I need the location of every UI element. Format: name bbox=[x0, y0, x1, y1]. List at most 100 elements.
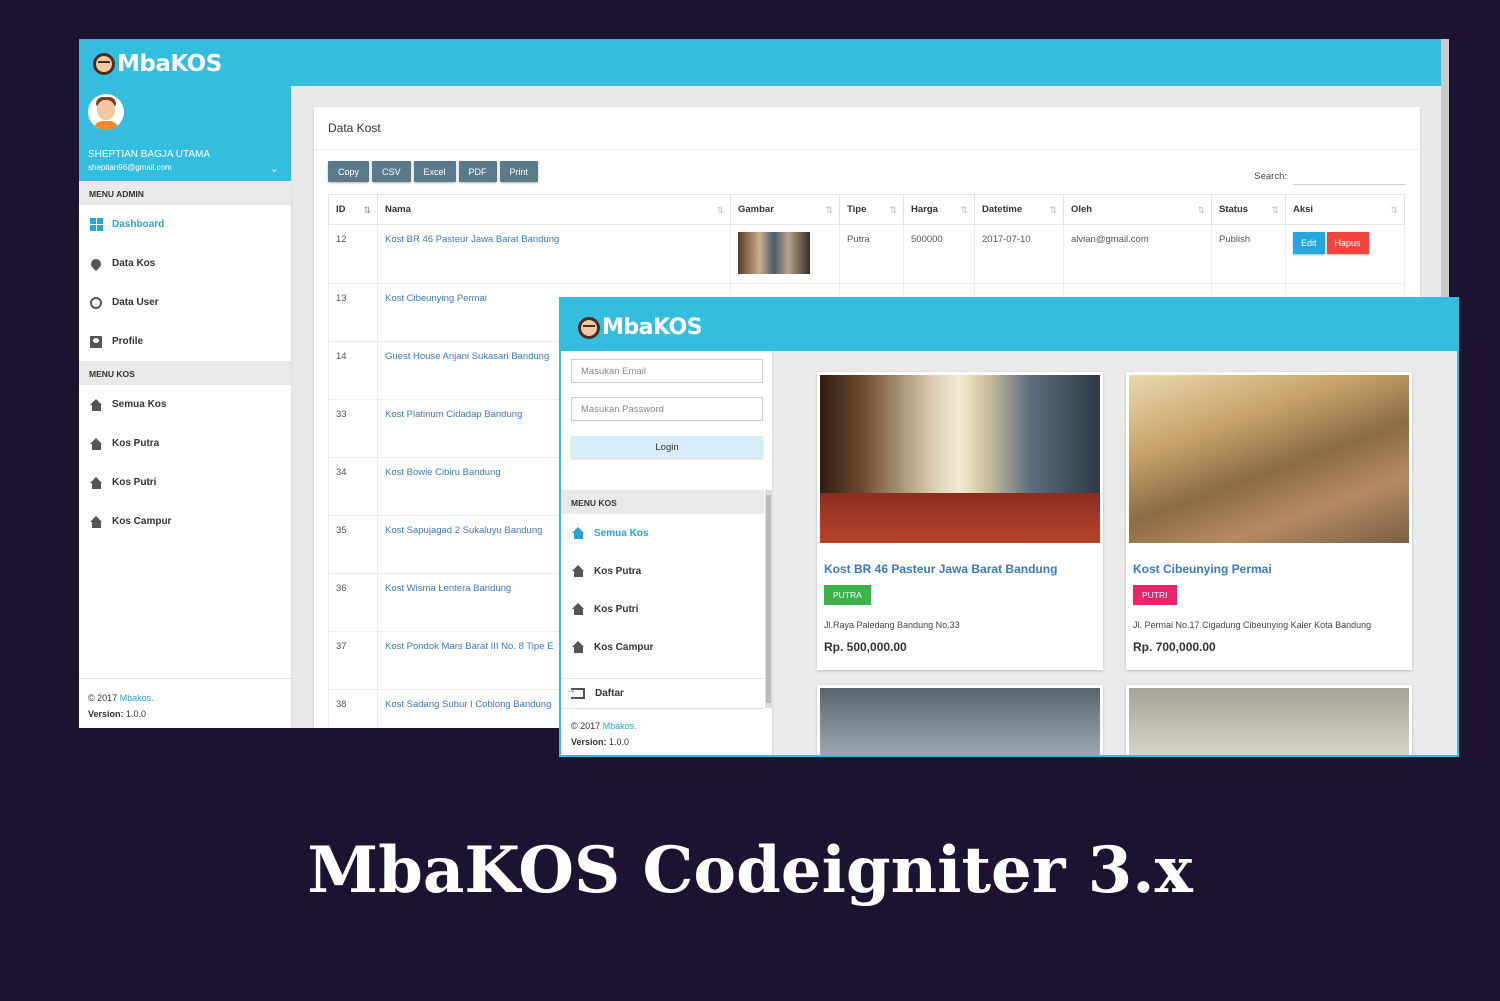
cell-id: 33 bbox=[328, 399, 378, 458]
sidebar-item-data-user[interactable]: Data User bbox=[79, 283, 291, 322]
kost-card[interactable]: Kost BR 46 Pasteur Jawa Barat Bandung PU… bbox=[817, 372, 1103, 670]
logo-face-icon bbox=[578, 316, 600, 339]
public-window: MbaKOS Masukan Email Masukan Password Lo… bbox=[559, 297, 1459, 757]
avatar bbox=[88, 94, 124, 130]
admin-sidebar: SHEPTIAN BAGJA UTAMA sheptian96@gmail.co… bbox=[79, 86, 292, 728]
sidebar-item-label: Dashboard bbox=[112, 219, 165, 230]
edit-button[interactable]: Edit bbox=[1293, 232, 1325, 254]
user-email: sheptian96@gmail.com bbox=[88, 163, 172, 172]
sidebar-scrollbar[interactable] bbox=[765, 490, 772, 708]
sidebar-item-semua-kos[interactable]: Semua Kos bbox=[561, 514, 764, 552]
search-label: Search: bbox=[1254, 170, 1287, 182]
login-button[interactable]: Login bbox=[571, 436, 763, 458]
sidebar-item-kos-campur[interactable]: Kos Campur bbox=[561, 628, 764, 666]
sidebar-item-profile[interactable]: Profile bbox=[79, 322, 291, 361]
sidebar-item-label: Kos Putra bbox=[112, 438, 160, 449]
map-pin-icon bbox=[88, 256, 104, 271]
sidebar-item-kos-putra[interactable]: Kos Putra bbox=[561, 552, 764, 590]
public-logo[interactable]: MbaKOS bbox=[578, 315, 703, 340]
kost-price: Rp. 700,000.00 bbox=[1133, 640, 1216, 654]
email-field[interactable]: Masukan Email bbox=[571, 359, 763, 383]
sidebar-item-label: Data Kos bbox=[112, 258, 156, 269]
export-toolbar: Copy CSV Excel PDF Print bbox=[328, 161, 539, 182]
type-badge: PUTRA bbox=[824, 585, 871, 605]
sidebar-item-label: Kos Campur bbox=[112, 516, 172, 527]
sign-in-icon bbox=[566, 685, 585, 699]
excel-button[interactable]: Excel bbox=[413, 161, 456, 182]
home-icon bbox=[571, 602, 585, 616]
cell-nama-link[interactable]: Kost BR 46 Pasteur Jawa Barat Bandung bbox=[377, 224, 731, 284]
daftar-link[interactable]: Daftar bbox=[561, 678, 764, 708]
sidebar-item-label: Profile bbox=[112, 336, 144, 347]
col-header-gambar[interactable]: Gambar ⇅ bbox=[730, 194, 840, 225]
table-header-row: ID ⇅ Nama ⇅ Gambar ⇅ Tipe ⇅ Harga ⇅ Datetime ⇅… bbox=[328, 194, 1405, 225]
search-input[interactable] bbox=[1293, 167, 1405, 185]
col-header-status[interactable]: Status ⇅ bbox=[1211, 194, 1286, 225]
sidebar-item-label: Kos Putri bbox=[594, 603, 639, 615]
user-profile-panel: SHEPTIAN BAGJA UTAMA sheptian96@gmail.co… bbox=[79, 86, 291, 181]
menu-admin-header: MENU ADMIN bbox=[79, 181, 291, 205]
kost-thumbnail bbox=[738, 232, 810, 274]
version-label: Version: bbox=[88, 709, 124, 719]
sidebar-item-label: Semua Kos bbox=[112, 399, 167, 410]
sidebar-item-label: Data User bbox=[112, 297, 159, 308]
kost-card[interactable]: Kost Cibeunying Permai PUTRI Jl. Permai … bbox=[1126, 372, 1412, 670]
kost-card[interactable] bbox=[817, 685, 1103, 755]
cell-status: Publish bbox=[1211, 224, 1286, 284]
cell-id: 38 bbox=[328, 689, 378, 728]
kost-address: Jl. Permai No.17 Cigadung Cibeunying Kal… bbox=[1133, 620, 1372, 630]
password-field[interactable]: Masukan Password bbox=[571, 397, 763, 421]
col-header-datetime[interactable]: Datetime ⇅ bbox=[974, 194, 1064, 225]
col-header-nama[interactable]: Nama ⇅ bbox=[377, 194, 731, 225]
sidebar-item-kos-putri[interactable]: Kos Putri bbox=[561, 590, 764, 628]
cell-id: 13 bbox=[328, 283, 378, 342]
cell-harga: 500000 bbox=[903, 224, 975, 284]
col-header-tipe[interactable]: Tipe ⇅ bbox=[839, 194, 904, 225]
copyright-text: © 2017 bbox=[571, 721, 601, 731]
admin-logo[interactable]: MbaKOS bbox=[93, 51, 222, 77]
cell-datetime: 2017-07-10 bbox=[974, 224, 1064, 284]
col-header-oleh[interactable]: Oleh ⇅ bbox=[1063, 194, 1212, 225]
logo-text: MbaKOS bbox=[602, 315, 703, 340]
home-icon bbox=[571, 564, 585, 578]
home-icon bbox=[571, 526, 585, 540]
cell-id: 37 bbox=[328, 631, 378, 690]
menu-kos-header: MENU KOS bbox=[561, 490, 764, 514]
col-header-harga[interactable]: Harga ⇅ bbox=[903, 194, 975, 225]
version-value: 1.0.0 bbox=[126, 709, 147, 719]
sidebar-item-semua-kos[interactable]: Semua Kos bbox=[79, 385, 291, 424]
home-icon bbox=[89, 437, 103, 451]
footer-brand-link[interactable]: Mbakos. bbox=[120, 693, 154, 703]
col-header-id[interactable]: ID ⇅ bbox=[328, 194, 378, 225]
kost-price: Rp. 500,000.00 bbox=[824, 640, 907, 654]
sidebar-item-kos-putra[interactable]: Kos Putra bbox=[79, 424, 291, 463]
kost-card[interactable] bbox=[1126, 685, 1412, 755]
user-name: SHEPTIAN BAGJA UTAMA bbox=[88, 149, 211, 160]
sidebar-item-kos-putri[interactable]: Kos Putri bbox=[79, 463, 291, 502]
kost-photo bbox=[820, 375, 1100, 543]
col-header-aksi[interactable]: Aksi ⇅ bbox=[1285, 194, 1405, 225]
sidebar-item-dashboard[interactable]: Dashboard bbox=[79, 205, 291, 244]
kost-name-link[interactable]: Kost Cibeunying Permai bbox=[1133, 562, 1272, 576]
kost-photo bbox=[820, 688, 1100, 755]
table-search: Search: bbox=[1254, 167, 1405, 185]
kost-photo bbox=[1129, 375, 1409, 543]
daftar-label: Daftar bbox=[595, 688, 624, 699]
kost-name-link[interactable]: Kost BR 46 Pasteur Jawa Barat Bandung bbox=[824, 562, 1057, 576]
public-topbar: MbaKOS bbox=[561, 299, 1457, 351]
chevron-down-icon[interactable]: ⌄ bbox=[270, 162, 279, 175]
sidebar-item-data-kos[interactable]: Data Kos bbox=[79, 244, 291, 283]
user-face-icon bbox=[89, 296, 103, 310]
cell-id: 14 bbox=[328, 341, 378, 400]
sidebar-item-label: Kos Putri bbox=[112, 477, 157, 488]
home-icon bbox=[89, 398, 103, 412]
hapus-button[interactable]: Hapus bbox=[1326, 232, 1369, 254]
sidebar-item-kos-campur[interactable]: Kos Campur bbox=[79, 502, 291, 541]
print-button[interactable]: Print bbox=[499, 161, 539, 182]
cell-oleh: alvian@gmail.com bbox=[1063, 224, 1212, 284]
footer-brand-link[interactable]: Mbakos. bbox=[603, 721, 637, 731]
pdf-button[interactable]: PDF bbox=[458, 161, 497, 182]
home-icon bbox=[571, 640, 585, 654]
copy-button[interactable]: Copy bbox=[328, 161, 370, 182]
csv-button[interactable]: CSV bbox=[372, 161, 411, 182]
